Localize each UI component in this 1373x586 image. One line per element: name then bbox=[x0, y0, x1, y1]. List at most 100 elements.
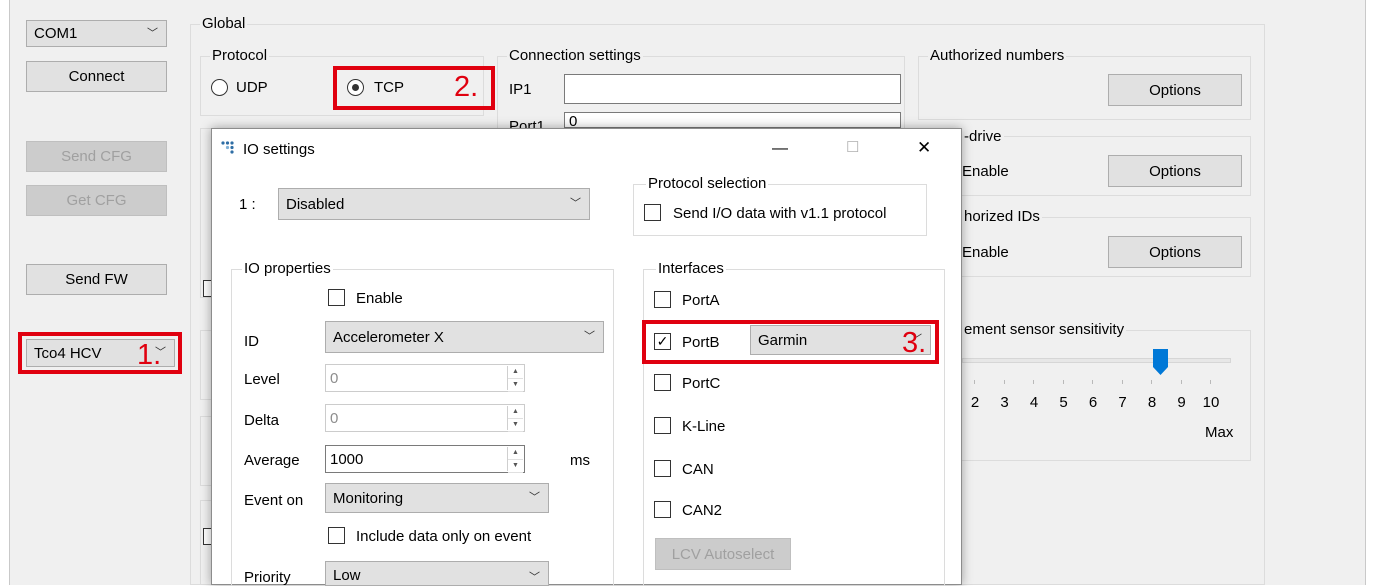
chevron-down-icon: ﹀ bbox=[570, 197, 581, 210]
sensor-slider-track[interactable] bbox=[962, 358, 1231, 363]
average-value: 1000 bbox=[330, 450, 364, 468]
porta-label: PortA bbox=[682, 292, 720, 309]
kline-checkbox[interactable] bbox=[654, 417, 671, 434]
io-enable-label: Enable bbox=[356, 290, 403, 307]
dialog-title: IO settings bbox=[243, 141, 315, 158]
ip1-input[interactable] bbox=[564, 74, 901, 104]
slider-tick-mark bbox=[1092, 380, 1093, 384]
annotation-box-3 bbox=[642, 320, 939, 364]
port1-input[interactable]: 0 bbox=[564, 112, 901, 130]
include-data-checkbox[interactable] bbox=[328, 527, 345, 544]
kline-label: K-Line bbox=[682, 418, 726, 435]
app-logo-icon bbox=[220, 140, 240, 156]
chevron-down-icon: ﹀ bbox=[529, 491, 540, 504]
id-label: ID bbox=[244, 333, 259, 350]
spin-up-icon[interactable]: ▲ bbox=[508, 406, 523, 419]
connection-settings-title: Connection settings bbox=[507, 47, 643, 64]
delta-value: 0 bbox=[330, 409, 339, 427]
annotation-number-1: 1. bbox=[137, 339, 162, 371]
annotation-number-3: 3. bbox=[902, 327, 927, 359]
porta-checkbox[interactable] bbox=[654, 291, 671, 308]
level-input[interactable]: 0 ▲ ▼ bbox=[325, 364, 525, 392]
average-label: Average bbox=[244, 452, 300, 469]
include-data-label: Include data only on event bbox=[356, 528, 532, 545]
spin-down-icon[interactable]: ▼ bbox=[508, 379, 523, 392]
io-enable-checkbox[interactable] bbox=[328, 289, 345, 306]
spin-down-icon[interactable]: ▼ bbox=[508, 460, 523, 473]
spin-up-icon[interactable]: ▲ bbox=[508, 366, 523, 379]
chevron-down-icon: ﹀ bbox=[529, 571, 540, 584]
slider-tick-mark bbox=[1151, 380, 1152, 384]
io-select[interactable]: Disabled ﹀ bbox=[278, 188, 590, 220]
average-unit-label: ms bbox=[570, 452, 590, 469]
io-index-label: 1 : bbox=[239, 196, 256, 213]
udp-label: UDP bbox=[236, 79, 268, 96]
udp-radio[interactable] bbox=[211, 79, 228, 96]
sensor-ticks: 2 3 4 5 6 7 8 9 10 bbox=[962, 380, 1242, 420]
can2-label: CAN2 bbox=[682, 502, 723, 519]
get-cfg-button[interactable]: Get CFG bbox=[26, 185, 167, 216]
right-margin bbox=[1366, 0, 1373, 585]
id-select-value: Accelerometer X bbox=[333, 328, 444, 346]
slider-tick-mark bbox=[1003, 380, 1005, 384]
slider-tick-mark bbox=[1210, 380, 1211, 384]
ip1-label: IP1 bbox=[509, 81, 532, 98]
v11-protocol-checkbox[interactable] bbox=[644, 204, 661, 221]
connect-button[interactable]: Connect bbox=[26, 61, 167, 92]
delta-label: Delta bbox=[244, 412, 280, 429]
sensor-sensitivity-title: ement sensor sensitivity bbox=[962, 321, 1127, 338]
level-label: Level bbox=[244, 371, 280, 388]
send-cfg-button[interactable]: Send CFG bbox=[26, 141, 167, 172]
authorized-ids-title: horized IDs bbox=[962, 208, 1042, 225]
portc-checkbox[interactable] bbox=[654, 374, 671, 391]
ids-enable-label: Enable bbox=[962, 244, 1009, 261]
send-fw-button[interactable]: Send FW bbox=[26, 264, 167, 295]
delta-input[interactable]: 0 ▲ ▼ bbox=[325, 404, 525, 432]
close-icon[interactable]: ✕ bbox=[917, 139, 931, 156]
slider-tick-label: 9 bbox=[1177, 394, 1186, 411]
slider-tick-label: 10 bbox=[1202, 394, 1220, 411]
average-input[interactable]: 1000 ▲ ▼ bbox=[325, 445, 525, 473]
minimize-icon[interactable]: — bbox=[772, 140, 788, 157]
slider-tick-label: 8 bbox=[1147, 394, 1157, 411]
ids-options-button[interactable]: Options bbox=[1108, 236, 1242, 268]
chevron-down-icon: ﹀ bbox=[584, 330, 595, 343]
event-on-select[interactable]: Monitoring ﹀ bbox=[325, 483, 549, 513]
event-on-value: Monitoring bbox=[333, 489, 404, 507]
spin-down-icon[interactable]: ▼ bbox=[508, 419, 523, 432]
sensor-slider-thumb[interactable] bbox=[1152, 348, 1169, 376]
delta-spinner[interactable]: ▲ ▼ bbox=[507, 406, 523, 432]
slider-tick-mark bbox=[1062, 380, 1064, 384]
com-port-select[interactable]: COM1 ﹀ bbox=[26, 20, 167, 47]
annotation-number-2: 2. bbox=[454, 71, 479, 103]
priority-select[interactable]: Low ﹀ bbox=[325, 561, 549, 586]
lcv-autoselect-button[interactable]: LCV Autoselect bbox=[655, 538, 791, 570]
sensor-max-label: Max bbox=[1205, 424, 1234, 441]
slider-tick-mark bbox=[1180, 380, 1182, 384]
chevron-down-icon: ﹀ bbox=[147, 26, 158, 39]
can2-checkbox[interactable] bbox=[654, 501, 671, 518]
slider-tick-label: 5 bbox=[1059, 394, 1068, 411]
id-select[interactable]: Accelerometer X ﹀ bbox=[325, 321, 604, 353]
slider-tick-label: 6 bbox=[1088, 394, 1098, 411]
authorized-numbers-options-button[interactable]: Options bbox=[1108, 74, 1242, 106]
io-select-value: Disabled bbox=[286, 195, 345, 213]
can-label: CAN bbox=[682, 461, 714, 478]
slider-tick-label: 7 bbox=[1118, 394, 1127, 411]
drive-title: -drive bbox=[962, 128, 1004, 145]
slider-tick-mark bbox=[1121, 380, 1123, 384]
drive-options-button[interactable]: Options bbox=[1108, 155, 1242, 187]
io-properties-title: IO properties bbox=[242, 260, 333, 277]
com-port-value: COM1 bbox=[34, 25, 78, 42]
priority-value: Low bbox=[333, 567, 361, 584]
authorized-numbers-title: Authorized numbers bbox=[928, 47, 1067, 64]
interfaces-title: Interfaces bbox=[656, 260, 726, 277]
slider-tick-label: 4 bbox=[1029, 394, 1039, 411]
level-spinner[interactable]: ▲ ▼ bbox=[507, 366, 523, 392]
protocol-selection-title: Protocol selection bbox=[646, 175, 769, 192]
spin-up-icon[interactable]: ▲ bbox=[508, 447, 523, 460]
average-spinner[interactable]: ▲ ▼ bbox=[507, 447, 523, 473]
priority-label: Priority bbox=[244, 569, 291, 586]
protocol-title: Protocol bbox=[210, 47, 270, 64]
can-checkbox[interactable] bbox=[654, 460, 671, 477]
